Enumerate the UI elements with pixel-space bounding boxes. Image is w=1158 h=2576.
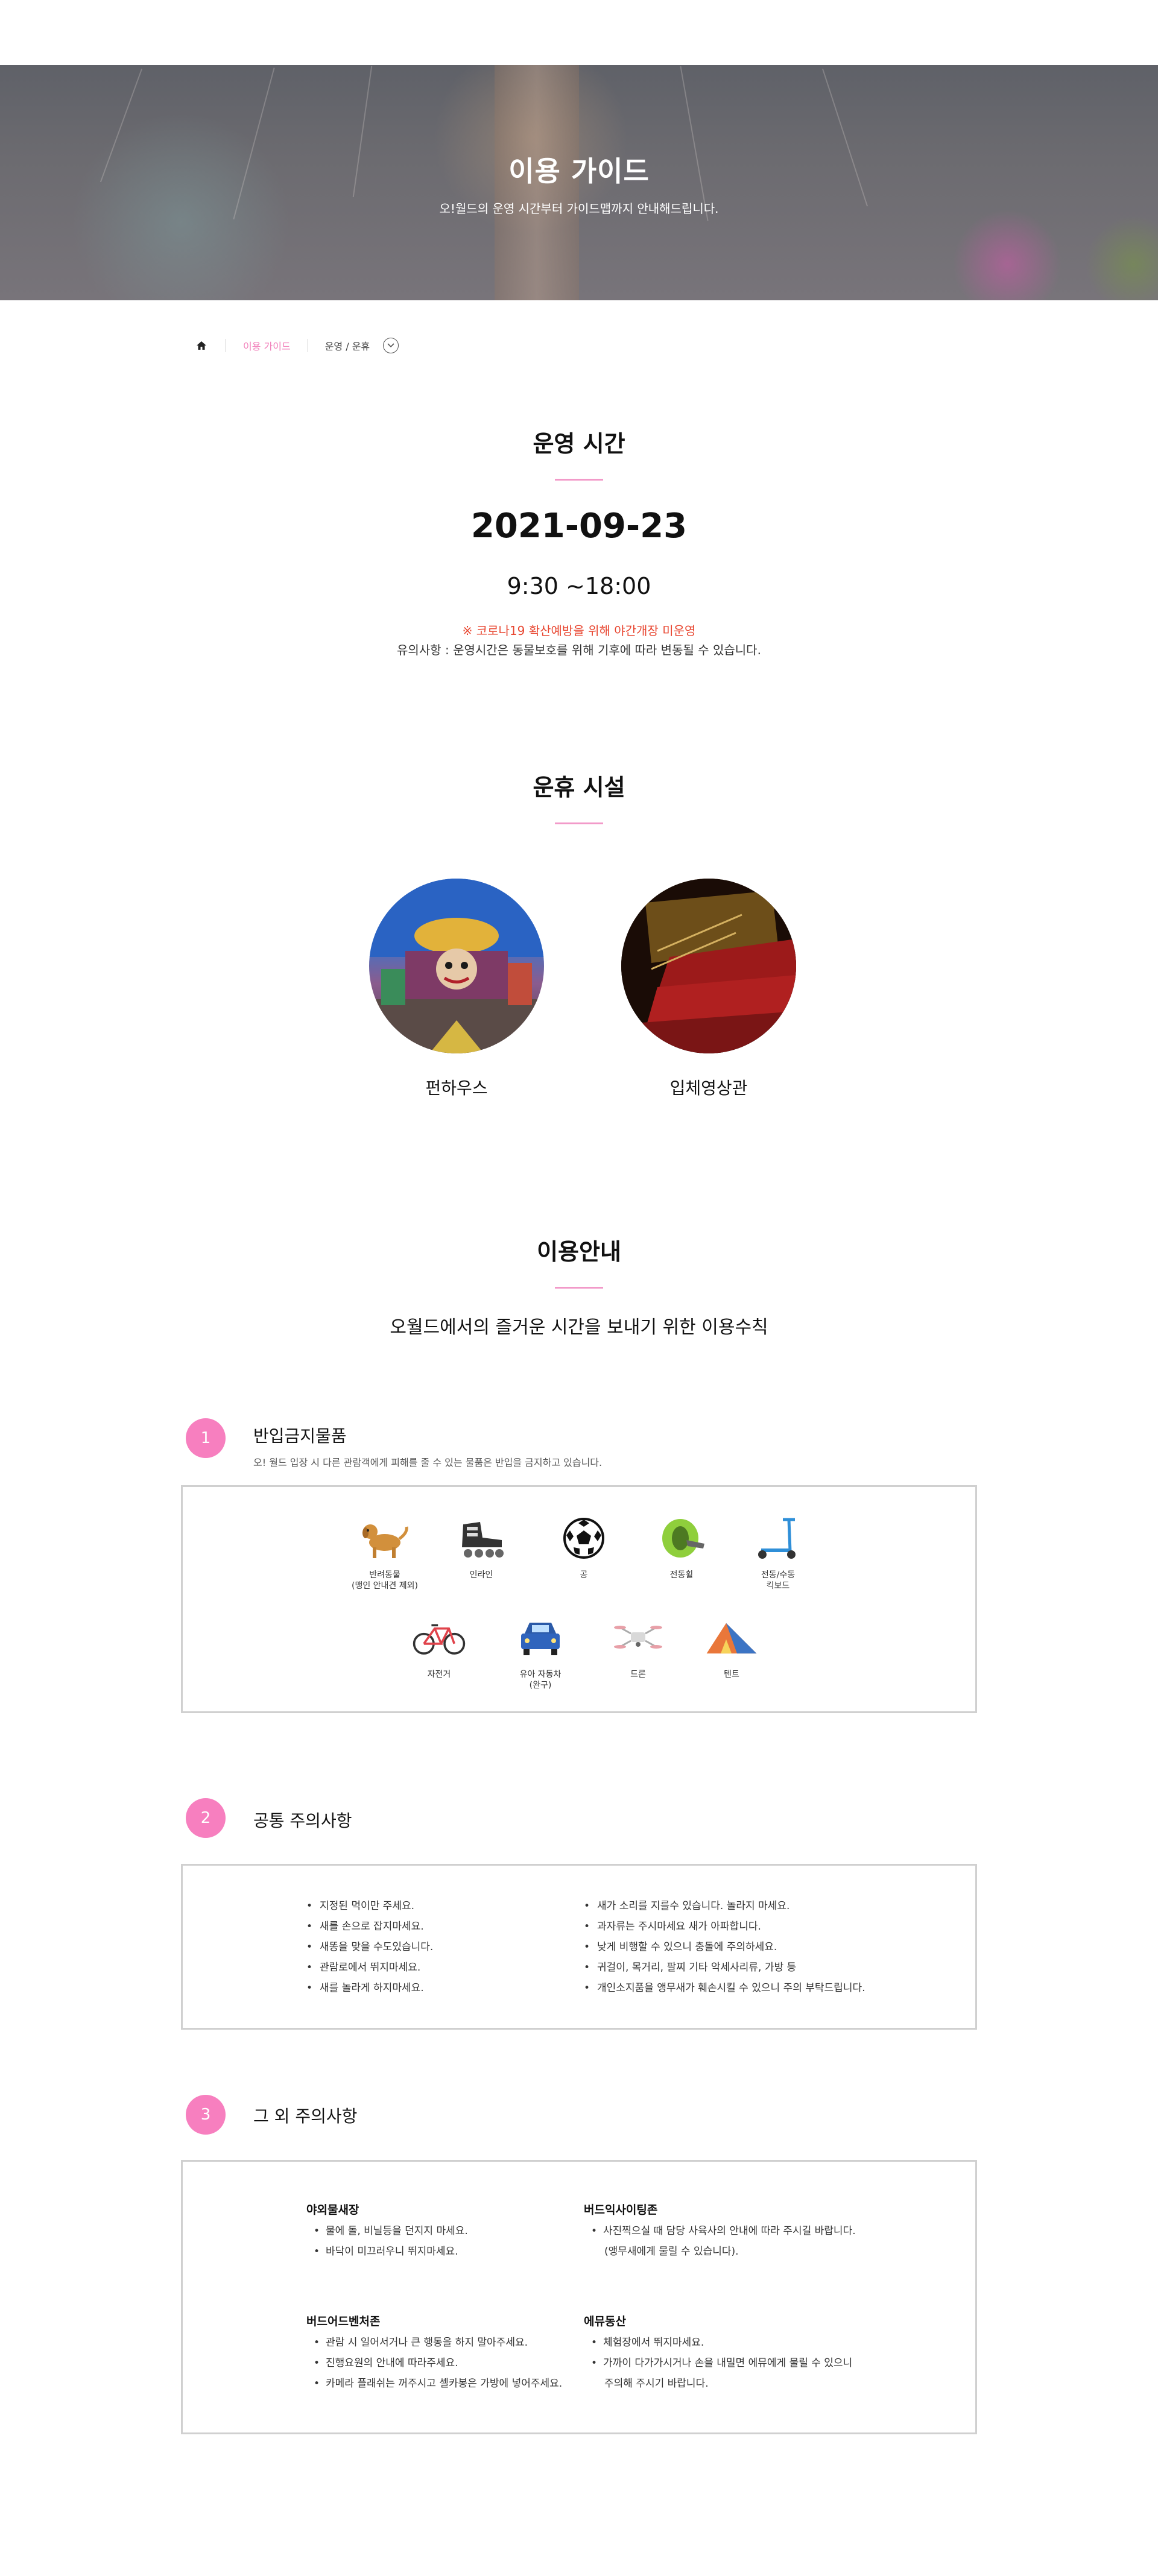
cautions-list-right: 새가 소리를 지를수 있습니다. 놀라지 마세요. 과자류는 주시마세요 새가 …: [584, 1896, 865, 1998]
prohibited-item-label: 공: [580, 1570, 588, 1580]
caution-block-heading: 에뮤동산: [584, 2315, 626, 2328]
caution-block: 버드익사이팅존 사진찍으실 때 담당 사육사의 안내에 따라 주시길 바랍니다.…: [584, 2201, 856, 2262]
caution-block: 에뮤동산 체험장에서 뛰지마세요. 가까이 다가가시거나 손을 내밀면 에뮤에게…: [584, 2312, 852, 2394]
operating-hours-title: 운영 시간: [533, 431, 625, 457]
facilities-title: 운휴 시설: [533, 774, 625, 801]
prohibited-item-label: 인라인: [469, 1570, 493, 1580]
breadcrumb: 이용 가이드 운영 / 운휴: [194, 335, 399, 356]
tent-icon: [704, 1614, 759, 1662]
guide-description: 오월드에서의 즐거운 시간을 보내기 위한 이용수칙: [390, 1317, 768, 1338]
caution-item: 체험장에서 뛰지마세요.: [584, 2332, 852, 2353]
title-underline: [555, 1287, 603, 1289]
title-underline: [555, 479, 603, 481]
facility-name: 입체영상관: [669, 1078, 748, 1098]
caution-item: 바닥이 미끄러우니 뛰지마세요.: [306, 2241, 468, 2262]
caution-item: 관람로에서 뛰지마세요.: [306, 1957, 433, 1978]
prohibited-item: 전동휠: [636, 1514, 727, 1580]
prohibited-item: 자전거: [394, 1614, 484, 1680]
prohibited-item: 전동/수동 킥보드: [733, 1514, 823, 1591]
caution-item: 물에 돌, 비닐등을 던지지 마세요.: [306, 2221, 468, 2241]
section-number: 1: [186, 1418, 226, 1458]
breadcrumb-sub[interactable]: 운영 / 운휴: [325, 338, 370, 353]
caution-item: 관람 시 일어서거나 큰 행동을 하지 말아주세요.: [306, 2332, 562, 2353]
prohibited-item: 인라인: [436, 1514, 527, 1580]
caution-block-heading: 야외물새장: [306, 2203, 359, 2217]
caution-item: 새를 손으로 잡지마세요.: [306, 1916, 433, 1937]
section-title: 반입금지물품: [253, 1426, 347, 1446]
caution-item: 카메라 플래쉬는 꺼주시고 셀카봉은 가방에 넣어주세요.: [306, 2373, 562, 2394]
caution-item: 진행요원의 안내에 따라주세요.: [306, 2353, 562, 2373]
prohibited-items-box: 반려동물 (맹인 안내견 제외) 인라인 공 전동휠 전동/수동 킥보드 자전거…: [181, 1485, 977, 1713]
operating-hours: 9:30 ~18:00: [507, 573, 651, 599]
caution-item: 새가 소리를 지를수 있습니다. 놀라지 마세요.: [584, 1896, 865, 1916]
covid-notice: ※ 코로나19 확산예방을 위해 야간개장 미운영: [462, 623, 696, 638]
caution-item: 개인소지품을 앵무새가 훼손시킬 수 있으니 주의 부탁드립니다.: [584, 1978, 865, 1998]
chevron-down-icon[interactable]: [383, 338, 399, 353]
prohibited-item-label: 전동휠: [669, 1570, 694, 1580]
section-title: 공통 주의사항: [253, 1811, 352, 1831]
prohibited-item-label: 텐트: [724, 1670, 739, 1679]
theater-image: [621, 879, 796, 1053]
page-title: 이용 가이드: [508, 155, 650, 188]
title-underline: [555, 822, 603, 824]
inline-skate-icon: [454, 1514, 508, 1562]
facility-name: 펀하우스: [425, 1078, 488, 1098]
caution-item: 지정된 먹이만 주세요.: [306, 1896, 433, 1916]
caution-item: 과자류는 주시마세요 새가 아파합니다.: [584, 1916, 865, 1937]
caution-item: 낮게 비행할 수 있으니 충돌에 주의하세요.: [584, 1937, 865, 1957]
hero-banner: 이용 가이드 오!월드의 운영 시간부터 가이드맵까지 안내해드립니다.: [0, 65, 1158, 300]
prohibited-item: 공: [539, 1514, 629, 1580]
section-number: 2: [186, 1798, 226, 1838]
caution-item: 귀걸이, 목거리, 팔찌 기타 악세사리류, 가방 등: [584, 1957, 865, 1978]
operating-notice: 유의사항 : 운영시간은 동물보호를 위해 기후에 따라 변동될 수 있습니다.: [397, 643, 761, 657]
caution-item-continued: (앵무새에게 물릴 수 있습니다).: [604, 2246, 739, 2258]
prohibited-item-label: 전동/수동 킥보드: [761, 1570, 796, 1591]
kickboard-icon: [751, 1514, 805, 1562]
toy-car-icon: [513, 1614, 568, 1662]
prohibited-item-label: 자전거: [427, 1670, 451, 1679]
section-subtitle: 오! 월드 입장 시 다른 관람객에게 피해를 줄 수 있는 물품은 반입을 금…: [253, 1457, 603, 1468]
dog-icon: [358, 1514, 412, 1562]
breadcrumb-current[interactable]: 이용 가이드: [243, 338, 291, 353]
caution-item: 사진찍으실 때 담당 사육사의 안내에 따라 주시길 바랍니다.: [584, 2221, 856, 2241]
caution-item-continued: 주의해 주시기 바랍니다.: [604, 2378, 709, 2390]
caution-item: 가까이 다가가시거나 손을 내밀면 에뮤에게 물릴 수 있으니: [584, 2353, 852, 2373]
drone-icon: [611, 1614, 665, 1662]
operating-date: 2021-09-23: [470, 507, 688, 546]
fun-house-image: [369, 879, 544, 1053]
section-number: 3: [186, 2095, 226, 2135]
section-title: 그 외 주의사항: [253, 2106, 358, 2126]
prohibited-item-label: 반려동물 (맹인 안내견 제외): [352, 1570, 418, 1591]
electric-wheel-icon: [654, 1514, 709, 1562]
prohibited-item: 반려동물 (맹인 안내견 제외): [340, 1514, 430, 1591]
prohibited-item: 유아 자동차 (완구): [495, 1614, 586, 1691]
prohibited-item: 드론: [593, 1614, 683, 1680]
caution-item: 새똥을 맞을 수도있습니다.: [306, 1937, 433, 1957]
caution-block: 야외물새장 물에 돌, 비닐등을 던지지 마세요. 바닥이 미끄러우니 뛰지마세…: [306, 2201, 468, 2262]
caution-block-heading: 버드익사이팅존: [584, 2203, 658, 2217]
caution-block-heading: 버드어드벤처존: [306, 2315, 381, 2328]
guide-title: 이용안내: [537, 1239, 621, 1265]
other-cautions-box: 야외물새장 물에 돌, 비닐등을 던지지 마세요. 바닥이 미끄러우니 뛰지마세…: [181, 2160, 977, 2434]
common-cautions-box: 지정된 먹이만 주세요. 새를 손으로 잡지마세요. 새똥을 맞을 수도있습니다…: [181, 1864, 977, 2030]
page-subtitle: 오!월드의 운영 시간부터 가이드맵까지 안내해드립니다.: [439, 201, 719, 216]
caution-item: 새를 놀라게 하지마세요.: [306, 1978, 433, 1998]
cautions-list-left: 지정된 먹이만 주세요. 새를 손으로 잡지마세요. 새똥을 맞을 수도있습니다…: [306, 1896, 433, 1998]
facility-card[interactable]: 펀하우스: [369, 879, 544, 1099]
prohibited-item: 텐트: [686, 1614, 777, 1680]
soccer-ball-icon: [557, 1514, 611, 1562]
prohibited-item-label: 유아 자동차 (완구): [519, 1670, 562, 1690]
home-icon[interactable]: [194, 338, 209, 353]
facility-card[interactable]: 입체영상관: [621, 879, 796, 1099]
prohibited-item-label: 드론: [630, 1670, 646, 1679]
bicycle-icon: [412, 1614, 466, 1662]
caution-block: 버드어드벤처존 관람 시 일어서거나 큰 행동을 하지 말아주세요. 진행요원의…: [306, 2312, 562, 2394]
